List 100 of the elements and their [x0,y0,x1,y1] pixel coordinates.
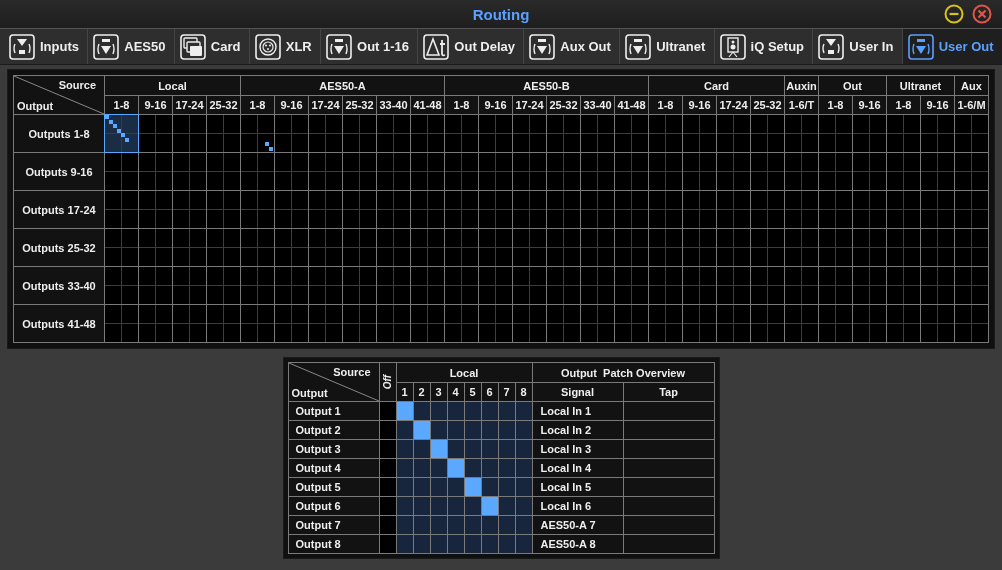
matrix-cell[interactable] [921,115,954,152]
patch-cell[interactable] [515,497,532,515]
matrix-cell[interactable] [275,229,308,266]
matrix-cell[interactable] [275,305,308,342]
matrix-cell[interactable] [921,191,954,228]
off-cell[interactable] [379,459,396,477]
matrix-cell[interactable] [241,267,274,304]
matrix-cell[interactable] [377,267,410,304]
matrix-cell[interactable] [683,267,716,304]
patch-cell[interactable] [481,516,498,534]
patch-cell[interactable] [481,440,498,458]
matrix-cell[interactable] [139,305,172,342]
patch-cell[interactable] [498,478,515,496]
matrix-cell[interactable] [275,153,308,190]
matrix-cell[interactable] [649,267,682,304]
off-cell[interactable] [379,402,396,420]
matrix-cell[interactable] [887,267,920,304]
patch-cell[interactable] [447,516,464,534]
matrix-cell[interactable] [581,153,614,190]
matrix-cell[interactable] [139,153,172,190]
matrix-cell[interactable] [955,191,988,228]
matrix-cell[interactable] [547,305,580,342]
matrix-cell[interactable] [445,305,478,342]
patch-cell[interactable] [447,497,464,515]
off-cell[interactable] [379,497,396,515]
patch-cell[interactable] [430,421,447,439]
matrix-cell[interactable] [581,115,614,152]
matrix-cell[interactable] [751,267,784,304]
patch-cell[interactable] [447,535,464,553]
patch-cell[interactable] [430,402,447,420]
matrix-cell[interactable] [853,305,886,342]
matrix-cell[interactable] [853,267,886,304]
matrix-cell[interactable] [309,115,342,152]
matrix-cell[interactable] [377,153,410,190]
tab[interactable]: Aux Out [524,29,621,64]
matrix-cell[interactable] [615,153,648,190]
tab[interactable]: User In [813,29,903,64]
patch-cell[interactable] [396,478,413,496]
matrix-cell[interactable] [649,229,682,266]
patch-cell[interactable] [464,516,481,534]
patch-cell[interactable] [498,440,515,458]
matrix-cell[interactable] [411,191,444,228]
matrix-cell[interactable] [649,115,682,152]
matrix-cell[interactable] [377,115,410,152]
matrix-cell[interactable] [309,229,342,266]
matrix-cell[interactable] [479,153,512,190]
matrix-cell[interactable] [751,153,784,190]
patch-cell[interactable] [430,478,447,496]
matrix-cell[interactable] [955,153,988,190]
matrix-cell[interactable] [751,115,784,152]
patch-cell[interactable] [413,421,430,439]
patch-cell[interactable] [413,516,430,534]
matrix-cell[interactable] [513,115,546,152]
matrix-cell[interactable] [785,153,818,190]
matrix-cell[interactable] [173,153,206,190]
tab[interactable]: Out 1-16 [321,29,419,64]
tab[interactable]: iQ Setup [714,29,814,64]
matrix-cell[interactable] [105,115,138,152]
matrix-cell[interactable] [377,191,410,228]
matrix-cell[interactable] [343,115,376,152]
matrix-cell[interactable] [445,191,478,228]
matrix-cell[interactable] [139,229,172,266]
patch-cell[interactable] [464,402,481,420]
matrix-cell[interactable] [819,305,852,342]
patch-cell[interactable] [515,402,532,420]
matrix-cell[interactable] [479,229,512,266]
matrix-cell[interactable] [819,267,852,304]
matrix-cell[interactable] [887,115,920,152]
matrix-cell[interactable] [921,229,954,266]
patch-cell[interactable] [430,459,447,477]
matrix-cell[interactable] [547,267,580,304]
matrix-cell[interactable] [819,229,852,266]
matrix-cell[interactable] [853,153,886,190]
matrix-cell[interactable] [275,191,308,228]
matrix-cell[interactable] [343,267,376,304]
patch-cell[interactable] [481,535,498,553]
patch-cell[interactable] [447,421,464,439]
matrix-cell[interactable] [377,229,410,266]
matrix-cell[interactable] [445,267,478,304]
matrix-cell[interactable] [921,267,954,304]
matrix-cell[interactable] [887,229,920,266]
matrix-cell[interactable] [683,153,716,190]
close-button[interactable] [972,4,992,24]
matrix-cell[interactable] [377,305,410,342]
matrix-cell[interactable] [615,229,648,266]
matrix-cell[interactable] [445,229,478,266]
matrix-cell[interactable] [411,305,444,342]
matrix-cell[interactable] [207,153,240,190]
patch-cell[interactable] [430,497,447,515]
matrix-cell[interactable] [173,115,206,152]
matrix-cell[interactable] [173,267,206,304]
patch-cell[interactable] [413,402,430,420]
matrix-cell[interactable] [445,115,478,152]
matrix-cell[interactable] [547,229,580,266]
patch-cell[interactable] [447,459,464,477]
matrix-cell[interactable] [615,115,648,152]
patch-cell[interactable] [498,516,515,534]
matrix-cell[interactable] [275,267,308,304]
matrix-cell[interactable] [683,305,716,342]
matrix-cell[interactable] [955,267,988,304]
